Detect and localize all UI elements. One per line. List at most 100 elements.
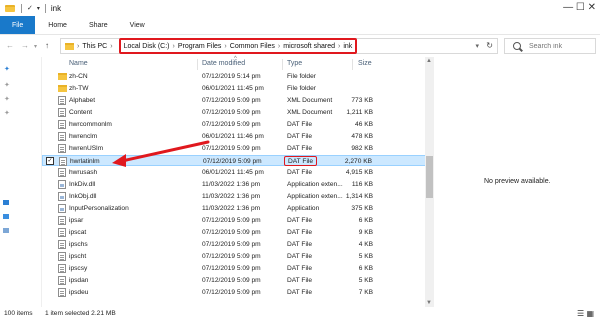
- tab-view[interactable]: View: [119, 16, 156, 34]
- file-name: ipscht: [69, 253, 87, 260]
- dat-file-icon: [58, 252, 66, 261]
- file-row[interactable]: InkDiv.dll 11/03/2022 1:36 pm Applicatio…: [42, 179, 427, 190]
- window-controls[interactable]: — ☐ ✕: [563, 2, 596, 13]
- dat-file-icon: [58, 120, 66, 129]
- file-row[interactable]: InkObj.dll 11/03/2022 1:36 pm Applicatio…: [42, 191, 427, 202]
- file-row[interactable]: zh-TW 06/01/2021 11:45 pm File folder: [42, 83, 427, 94]
- file-type: DAT File: [287, 133, 313, 140]
- file-row[interactable]: ipscat 07/12/2019 5:09 pm DAT File 9 KB: [42, 227, 427, 238]
- chevron-right-icon[interactable]: ›: [110, 43, 112, 50]
- file-size: 46 KB: [355, 121, 373, 128]
- file-size: 4 KB: [358, 241, 373, 248]
- file-row-selected[interactable]: ✓ hwrlatinlm 07/12/2019 5:09 pm DAT File…: [42, 155, 427, 166]
- pin-icon[interactable]: ✦: [4, 95, 10, 103]
- file-row[interactable]: Content 07/12/2019 5:09 pm XML Document …: [42, 107, 427, 118]
- file-name: ipsdan: [69, 277, 89, 284]
- chevron-right-icon[interactable]: ›: [173, 43, 175, 50]
- dll-file-icon: [58, 192, 66, 201]
- preview-pane: No preview available.: [434, 57, 600, 307]
- window-title: ink: [50, 3, 62, 13]
- navigation-pane[interactable]: ✦ ✦ ✦ ✦: [0, 57, 42, 307]
- ribbon-tabs: File Home Share View: [0, 16, 600, 35]
- chevron-right-icon[interactable]: ›: [278, 43, 280, 50]
- breadcrumb-ink[interactable]: ink: [343, 43, 352, 50]
- chevron-right-icon[interactable]: ›: [338, 43, 340, 50]
- tab-share[interactable]: Share: [78, 16, 119, 34]
- search-input[interactable]: [529, 42, 589, 50]
- vertical-scrollbar[interactable]: ▲ ▼: [425, 57, 434, 307]
- file-size: 116 KB: [351, 181, 373, 188]
- file-row[interactable]: hwrenUSlm 07/12/2019 5:09 pm DAT File 98…: [42, 143, 427, 154]
- breadcrumb-common-files[interactable]: Common Files: [230, 43, 275, 50]
- file-name: InkObj.dll: [69, 193, 97, 200]
- nav-item-icon[interactable]: [3, 228, 9, 233]
- breadcrumb-this-pc[interactable]: This PC: [82, 43, 107, 50]
- file-row[interactable]: ipscsy 07/12/2019 5:09 pm DAT File 6 KB: [42, 263, 427, 274]
- file-row[interactable]: ipscht 07/12/2019 5:09 pm DAT File 5 KB: [42, 251, 427, 262]
- file-row[interactable]: hwrcommonlm 07/12/2019 5:09 pm DAT File …: [42, 119, 427, 130]
- file-date: 07/12/2019 5:09 pm: [202, 241, 261, 248]
- pin-icon[interactable]: ✦: [4, 109, 10, 117]
- file-row[interactable]: ipschs 07/12/2019 5:09 pm DAT File 4 KB: [42, 239, 427, 250]
- chevron-right-icon[interactable]: ›: [77, 43, 79, 50]
- breadcrumb-microsoft-shared[interactable]: microsoft shared: [283, 43, 335, 50]
- file-row[interactable]: ipsar 07/12/2019 5:09 pm DAT File 6 KB: [42, 215, 427, 226]
- quick-access-dropdown-icon[interactable]: ▾: [37, 5, 40, 12]
- search-icon: [513, 42, 521, 50]
- file-date: 06/01/2021 11:45 pm: [202, 169, 264, 176]
- column-header-date[interactable]: Date modified: [202, 60, 245, 67]
- file-row[interactable]: Alphabet 07/12/2019 5:09 pm XML Document…: [42, 95, 427, 106]
- divider: [21, 3, 22, 13]
- dat-file-icon: [59, 157, 67, 166]
- file-row[interactable]: ipsdeu 07/12/2019 5:09 pm DAT File 7 KB: [42, 287, 427, 298]
- file-date: 06/01/2021 11:46 pm: [202, 133, 264, 140]
- pin-icon[interactable]: ✦: [4, 65, 10, 73]
- dat-file-icon: [58, 288, 66, 297]
- folder-icon: [58, 73, 67, 80]
- status-bar: 100 items 1 item selected 2.21 MB ☰ ▦: [0, 307, 600, 321]
- file-row[interactable]: ipsdan 07/12/2019 5:09 pm DAT File 5 KB: [42, 275, 427, 286]
- file-size: 1,314 KB: [345, 193, 373, 200]
- file-type: File folder: [287, 73, 316, 80]
- file-type: Application: [287, 205, 320, 212]
- tab-file[interactable]: File: [0, 16, 36, 34]
- file-name: hwrcommonlm: [69, 121, 112, 128]
- column-divider[interactable]: [352, 59, 353, 70]
- file-date: 11/03/2022 1:36 pm: [202, 205, 261, 212]
- file-size: 478 KB: [351, 133, 373, 140]
- scroll-down-icon[interactable]: ▼: [426, 300, 432, 306]
- file-row[interactable]: zh-CN 07/12/2019 5:14 pm File folder: [42, 71, 427, 82]
- scrollbar-thumb[interactable]: [426, 156, 433, 198]
- column-header-size[interactable]: Size: [358, 60, 372, 67]
- column-header-name[interactable]: Name: [69, 60, 88, 67]
- checkbox-checked-icon[interactable]: ✓: [46, 157, 54, 165]
- dat-file-icon: [58, 144, 66, 153]
- navigation-bar: ← → ▾ ↑ › This PC › Local Disk (C:) › Pr…: [0, 35, 600, 57]
- back-arrow-icon[interactable]: ←: [6, 41, 14, 50]
- forward-arrow-icon[interactable]: →: [21, 41, 29, 50]
- search-box[interactable]: [504, 38, 596, 54]
- up-arrow-icon[interactable]: ↑: [45, 41, 49, 50]
- quick-access-check-icon[interactable]: ✓: [27, 4, 33, 12]
- view-toggle-icon[interactable]: ☰ ▦: [577, 309, 594, 318]
- file-date: 11/03/2022 1:36 pm: [202, 181, 261, 188]
- scroll-up-icon[interactable]: ▲: [426, 58, 432, 64]
- column-header-type[interactable]: Type: [287, 60, 302, 67]
- nav-item-icon[interactable]: [3, 214, 9, 219]
- pin-icon[interactable]: ✦: [4, 81, 10, 89]
- file-row[interactable]: InputPersonalization 11/03/2022 1:36 pm …: [42, 203, 427, 214]
- chevron-right-icon[interactable]: ›: [224, 43, 226, 50]
- file-date: 07/12/2019 5:09 pm: [203, 158, 262, 165]
- column-divider[interactable]: [282, 59, 283, 70]
- nav-item-icon[interactable]: [3, 200, 9, 205]
- address-bar[interactable]: › This PC › Local Disk (C:) › Program Fi…: [60, 38, 498, 54]
- file-row[interactable]: hwrenclm 06/01/2021 11:46 pm DAT File 47…: [42, 131, 427, 142]
- breadcrumb-local-disk[interactable]: Local Disk (C:): [124, 43, 170, 50]
- address-dropdown-icon[interactable]: ▾: [475, 42, 479, 50]
- column-divider[interactable]: [197, 59, 198, 70]
- breadcrumb-program-files[interactable]: Program Files: [178, 43, 222, 50]
- file-row[interactable]: hwrusash 06/01/2021 11:45 pm DAT File 4,…: [42, 167, 427, 178]
- tab-home[interactable]: Home: [37, 16, 78, 34]
- refresh-icon[interactable]: ↻: [486, 41, 493, 50]
- recent-locations-icon[interactable]: ▾: [34, 43, 37, 50]
